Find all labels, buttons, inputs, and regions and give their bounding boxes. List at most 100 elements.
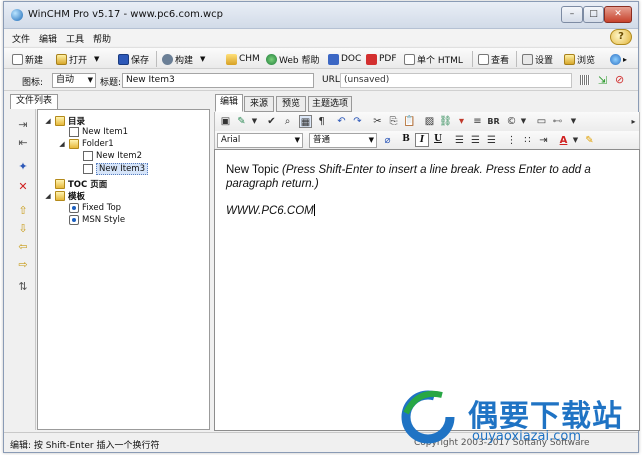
save-button[interactable]: 保存 <box>118 51 149 67</box>
redo-icon[interactable]: ↷ <box>351 115 364 128</box>
show-borders-icon[interactable]: ▦ <box>299 115 312 128</box>
bullet-list-icon[interactable]: ∷ <box>521 134 534 147</box>
title-input[interactable]: New Item3 <box>122 73 314 88</box>
link-icon[interactable]: ⛓ <box>439 115 452 128</box>
outdent-icon[interactable]: ⇤ <box>17 137 29 149</box>
build-label: 构建 <box>175 55 194 66</box>
cancel-icon[interactable]: ⊘ <box>615 73 624 86</box>
tree-item[interactable]: New Item1 <box>58 127 128 137</box>
chm-button[interactable]: CHM <box>226 51 260 67</box>
overflow-chevron-icon[interactable]: ▸ <box>627 115 640 128</box>
sort-icon[interactable]: ⇅ <box>17 281 29 293</box>
undo-icon[interactable]: ↶ <box>335 115 348 128</box>
spellcheck-icon[interactable]: ✔ <box>265 115 278 128</box>
paragraph-mark-icon[interactable]: ¶ <box>315 115 328 128</box>
browse-button[interactable]: 浏览 <box>564 51 595 67</box>
copy-icon[interactable]: ⎘ <box>387 115 400 128</box>
image-icon[interactable]: ▨ <box>423 115 436 128</box>
build-dropdown-icon[interactable]: ▼ <box>200 55 205 63</box>
doc-label: DOC <box>341 54 362 64</box>
indent-icon[interactable]: ⇥ <box>537 134 550 147</box>
tree-expander-icon[interactable]: ◢ <box>44 192 52 200</box>
paste-icon[interactable]: 📋 <box>403 115 416 128</box>
table-icon[interactable]: ▭ <box>535 115 548 128</box>
settings-button[interactable]: 设置 <box>522 51 553 67</box>
view-button[interactable]: 查看 <box>478 51 509 67</box>
move-left-icon[interactable]: ⇦ <box>17 241 29 253</box>
tab-source[interactable]: 来源 <box>244 96 274 112</box>
move-up-icon[interactable]: ⇧ <box>17 205 29 217</box>
barcode-icon[interactable] <box>580 75 590 85</box>
tab-preview[interactable]: 预览 <box>276 96 306 112</box>
open-dropdown-icon[interactable]: ▼ <box>94 55 99 63</box>
bold-button[interactable]: B <box>399 133 413 147</box>
page-icon <box>69 127 79 137</box>
tree-expander-icon[interactable]: ◢ <box>44 117 52 125</box>
new-button[interactable]: 新建 <box>12 51 43 67</box>
tab-topic-options[interactable]: 主题选项 <box>308 96 352 112</box>
build-button[interactable]: 构建 ▼ <box>162 51 205 67</box>
tree-item[interactable]: Fixed Top <box>58 203 121 213</box>
bookmark-icon[interactable]: ▾ <box>455 115 468 128</box>
italic-button[interactable]: I <box>415 133 429 147</box>
numbered-list-icon[interactable]: ⋮ <box>505 134 518 147</box>
indent-icon[interactable]: ⇥ <box>17 119 29 131</box>
green-arrow-icon[interactable]: ⇲ <box>598 74 607 87</box>
icon-select[interactable]: 自动 ▼ <box>52 73 96 88</box>
url-field[interactable]: (unsaved) <box>340 73 572 88</box>
clear-format-icon[interactable]: ⌀ <box>381 134 394 147</box>
menu-edit[interactable]: 编辑 <box>39 32 57 45</box>
line-break-icon[interactable]: BR <box>487 115 500 128</box>
tab-edit[interactable]: 编辑 <box>215 94 243 112</box>
help-icon[interactable]: ? <box>610 29 632 45</box>
menu-help[interactable]: 帮助 <box>93 32 111 45</box>
toolbar-overflow-button[interactable]: ▸ <box>610 51 627 67</box>
open-button[interactable]: 打开 ▼ <box>56 51 99 67</box>
align-right-icon[interactable]: ☰ <box>485 134 498 147</box>
web-help-button[interactable]: Web 帮助 <box>266 51 319 67</box>
chevron-down-icon[interactable]: ▼ <box>517 115 530 128</box>
style-select[interactable]: 普通 ▼ <box>309 133 377 148</box>
move-right-icon[interactable]: ⇨ <box>17 259 29 271</box>
close-button[interactable]: ✕ <box>604 6 632 23</box>
move-down-icon[interactable]: ⇩ <box>17 223 29 235</box>
doc-button[interactable]: DOC <box>328 51 361 67</box>
tree-expander-icon[interactable]: ◢ <box>58 140 66 148</box>
menu-file[interactable]: 文件 <box>12 32 30 45</box>
file-list-panel: 文件列表 ⇥ ⇤ ✦ ✕ ⇧ ⇩ ⇦ ⇨ ⇅ ◢ 目录 New Item1 ◢ Fold… <box>10 94 210 430</box>
font-select[interactable]: Arial ▼ <box>217 133 303 148</box>
find-icon[interactable]: ⌕ <box>281 115 294 128</box>
cut-icon[interactable]: ✂ <box>371 115 384 128</box>
single-html-button[interactable]: 单个 HTML <box>404 51 463 67</box>
chevron-down-icon[interactable]: ▼ <box>567 115 580 128</box>
tree-item[interactable]: ◢ 目录 <box>44 115 85 127</box>
save-icon[interactable]: ▣ <box>219 115 232 128</box>
add-item-icon[interactable]: ✦ <box>17 161 29 173</box>
chevron-down-icon[interactable]: ▼ <box>569 134 582 147</box>
underline-button[interactable]: U <box>431 133 445 147</box>
editor-panel: 编辑 来源 预览 主题选项 ▣ ✎ ▼ ✔ ⌕ ▦ ¶ ↶ ↷ ✂ ⎘ 📋 ▨ … <box>214 94 640 431</box>
align-center-icon[interactable]: ☰ <box>469 134 482 147</box>
menu-tools[interactable]: 工具 <box>66 32 84 45</box>
tree-item[interactable]: New Item2 <box>72 151 142 161</box>
highlight-icon[interactable]: ✎ <box>583 134 596 147</box>
tree-item-label: New Item3 <box>96 163 148 175</box>
edit-pen-icon[interactable]: ✎ <box>235 115 248 128</box>
chevron-down-icon[interactable]: ▼ <box>248 115 261 128</box>
maximize-button[interactable]: □ <box>583 6 604 23</box>
tree-item[interactable]: MSN Style <box>58 215 125 225</box>
tree-item[interactable]: ◢ 模板 <box>44 190 85 202</box>
object-icon[interactable]: ⊷ <box>551 115 564 128</box>
delete-icon[interactable]: ✕ <box>17 181 29 193</box>
chm-icon <box>226 53 237 65</box>
pdf-button[interactable]: PDF <box>366 51 397 67</box>
tree-item[interactable]: ◢ Folder1 <box>58 139 114 149</box>
horizontal-rule-icon[interactable]: ≡ <box>471 115 484 128</box>
tree-item-label: 模板 <box>68 192 86 202</box>
align-left-icon[interactable]: ☰ <box>453 134 466 147</box>
tree-item[interactable]: TOC 页面 <box>44 178 107 190</box>
tab-file-list[interactable]: 文件列表 <box>10 94 58 109</box>
tree-item[interactable]: New Item3 <box>72 163 148 175</box>
minimize-button[interactable]: – <box>561 6 583 23</box>
build-icon <box>162 53 173 65</box>
